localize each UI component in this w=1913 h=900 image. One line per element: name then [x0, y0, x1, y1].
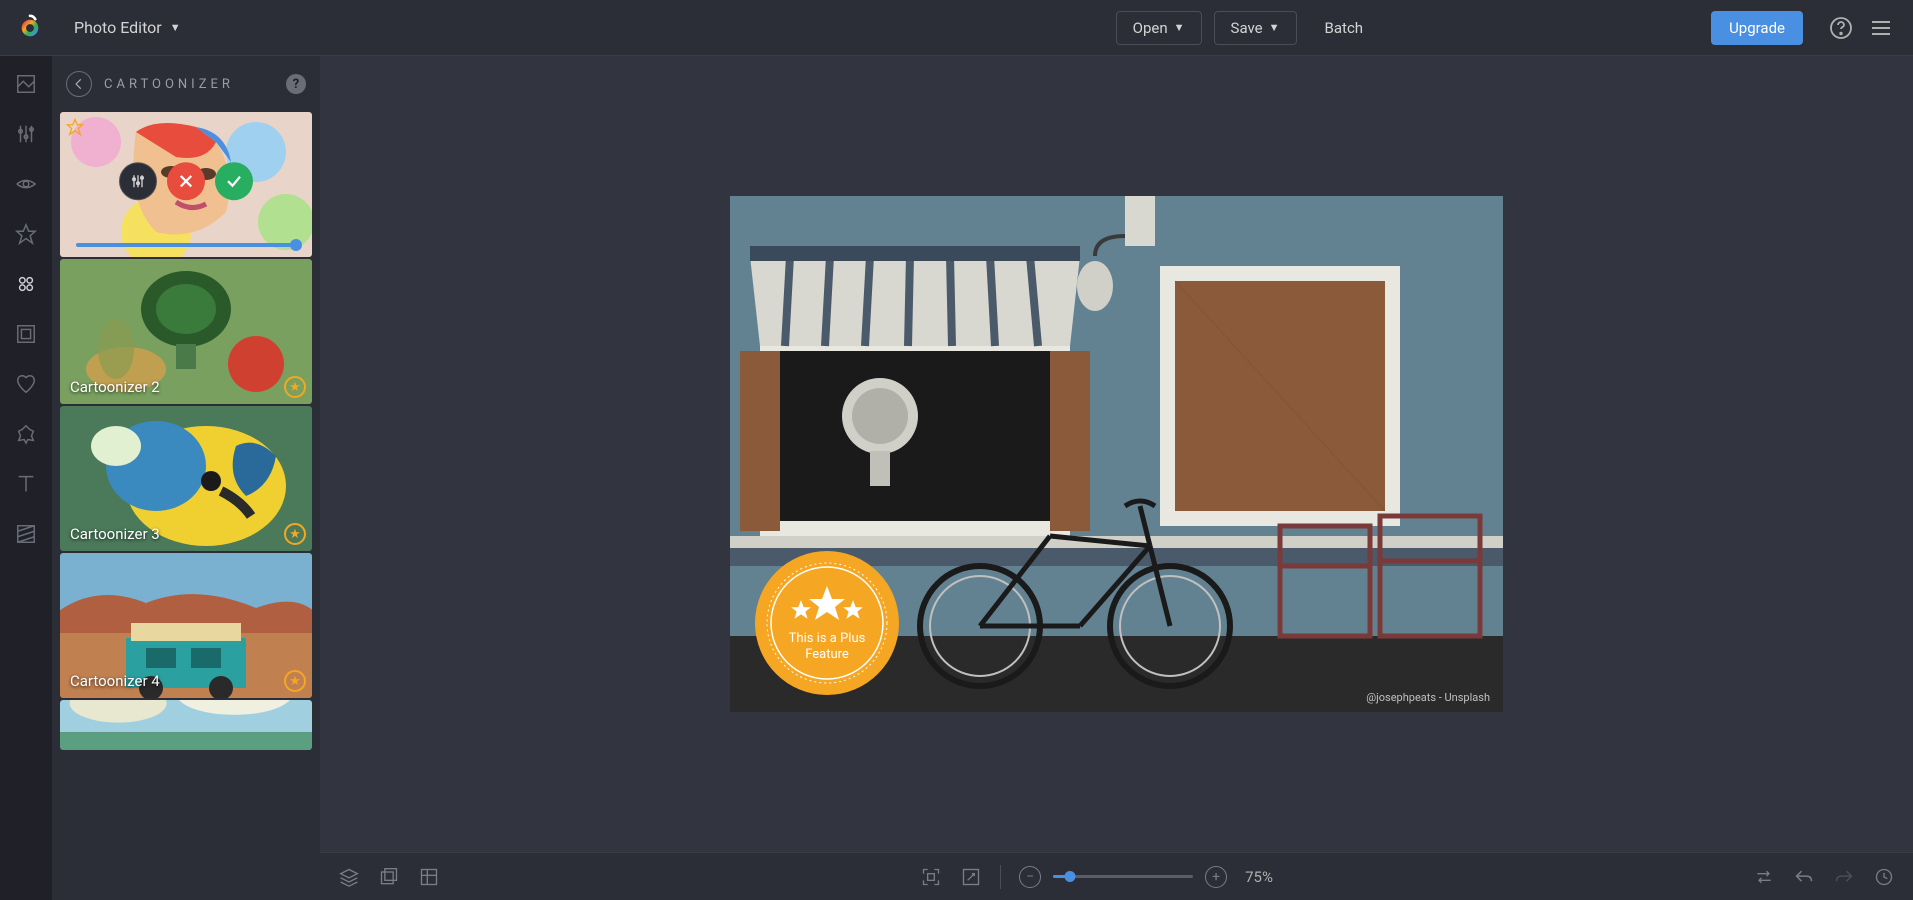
- canvas-area: @josephpeats - Unsplash: [320, 56, 1913, 900]
- effect-settings-button[interactable]: [119, 162, 157, 200]
- redo-icon[interactable]: [1833, 866, 1855, 888]
- bottom-bar: − + 75%: [320, 852, 1913, 900]
- effect-item[interactable]: Cartoonizer 2 ★: [60, 259, 312, 404]
- zoom-controls: − + 75%: [1019, 866, 1273, 888]
- top-bar: Photo Editor ▼ Open ▼ Save ▼ Batch Upgra…: [0, 0, 1913, 56]
- canvas-image: @josephpeats - Unsplash: [730, 196, 1503, 712]
- effect-list: Cartoonizer 2 ★ Cartoonizer 3 ★: [52, 112, 320, 900]
- canvas-viewport[interactable]: @josephpeats - Unsplash: [320, 56, 1913, 852]
- app-name: Photo Editor: [74, 18, 162, 37]
- batch-button[interactable]: Batch: [1309, 12, 1380, 44]
- effects-panel: CARTOONIZER ?: [52, 56, 320, 900]
- menu-icon[interactable]: [1865, 12, 1897, 44]
- effect-controls: [119, 162, 253, 200]
- effect-item-active[interactable]: [60, 112, 312, 257]
- plus-badge-icon: ★: [284, 523, 306, 545]
- app-logo: [16, 14, 44, 42]
- actual-size-icon[interactable]: [960, 866, 982, 888]
- crop-tool-icon[interactable]: [12, 70, 40, 98]
- tool-rail: [0, 56, 52, 900]
- text-tool-icon[interactable]: [12, 470, 40, 498]
- fit-screen-icon[interactable]: [920, 866, 942, 888]
- adjust-tool-icon[interactable]: [12, 120, 40, 148]
- effect-item[interactable]: [60, 700, 312, 750]
- favorite-icon[interactable]: [66, 118, 84, 136]
- effect-item[interactable]: Cartoonizer 4 ★: [60, 553, 312, 698]
- effect-item[interactable]: Cartoonizer 3 ★: [60, 406, 312, 551]
- svg-text:This is a Plus: This is a Plus: [789, 631, 866, 646]
- open-button[interactable]: Open ▼: [1116, 11, 1202, 45]
- star-tool-icon[interactable]: [12, 220, 40, 248]
- heart-tool-icon[interactable]: [12, 370, 40, 398]
- panel-header: CARTOONIZER ?: [52, 56, 320, 112]
- upgrade-button[interactable]: Upgrade: [1711, 11, 1803, 45]
- panel-help-icon[interactable]: ?: [286, 74, 306, 94]
- effect-label: Cartoonizer 2: [70, 378, 160, 396]
- help-icon[interactable]: [1825, 12, 1857, 44]
- undo-icon[interactable]: [1793, 866, 1815, 888]
- svg-text:Feature: Feature: [805, 647, 849, 662]
- effect-intensity-slider[interactable]: [76, 243, 296, 247]
- plus-badge-icon: ★: [284, 670, 306, 692]
- effect-apply-button[interactable]: [215, 162, 253, 200]
- effect-label: Cartoonizer 3: [70, 525, 160, 543]
- shape-tool-icon[interactable]: [12, 420, 40, 448]
- history-icon[interactable]: [1873, 866, 1895, 888]
- swap-icon[interactable]: [1753, 866, 1775, 888]
- chevron-down-icon: ▼: [170, 21, 181, 34]
- effects-tool-icon[interactable]: [12, 270, 40, 298]
- zoom-out-button[interactable]: −: [1019, 866, 1041, 888]
- chevron-down-icon: ▼: [1269, 21, 1280, 34]
- compare-icon[interactable]: [378, 866, 400, 888]
- zoom-label: 75%: [1245, 868, 1273, 886]
- zoom-in-button[interactable]: +: [1205, 866, 1227, 888]
- back-button[interactable]: [66, 71, 92, 97]
- frame-tool-icon[interactable]: [12, 320, 40, 348]
- visibility-tool-icon[interactable]: [12, 170, 40, 198]
- layers-icon[interactable]: [338, 866, 360, 888]
- image-credit: @josephpeats - Unsplash: [1366, 691, 1490, 704]
- panel-title: CARTOONIZER: [104, 77, 274, 92]
- app-selector[interactable]: Photo Editor ▼: [62, 12, 193, 43]
- zoom-slider[interactable]: [1053, 875, 1193, 878]
- save-button[interactable]: Save ▼: [1214, 11, 1297, 45]
- effect-label: Cartoonizer 4: [70, 672, 160, 690]
- chevron-down-icon: ▼: [1174, 21, 1185, 34]
- texture-tool-icon[interactable]: [12, 520, 40, 548]
- effect-cancel-button[interactable]: [167, 162, 205, 200]
- grid-icon[interactable]: [418, 866, 440, 888]
- plus-feature-badge[interactable]: This is a Plus Feature: [752, 548, 902, 698]
- plus-badge-icon: ★: [284, 376, 306, 398]
